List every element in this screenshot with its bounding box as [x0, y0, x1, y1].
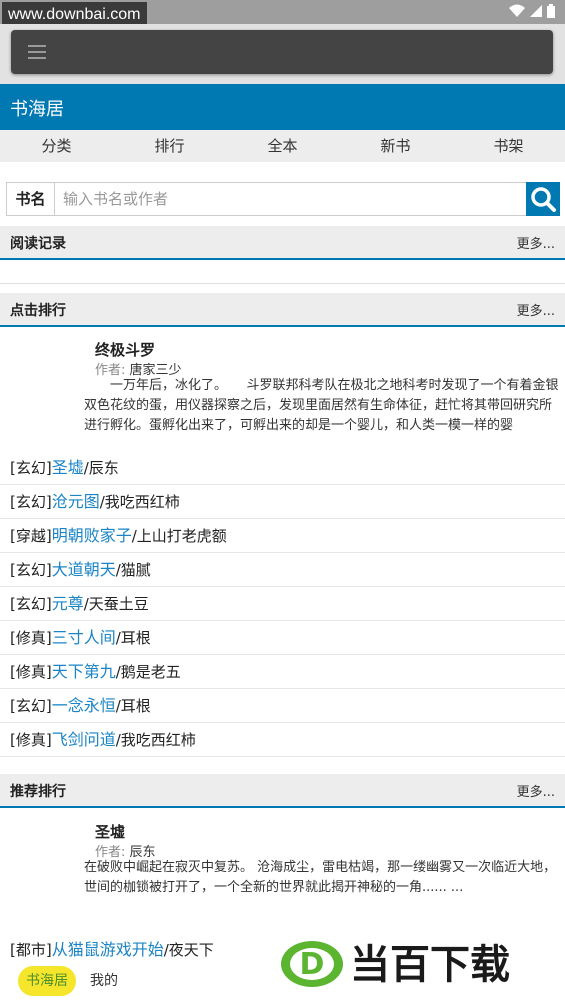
nav-category[interactable]: 分类: [0, 130, 113, 162]
featured-book-title[interactable]: 终极斗罗: [95, 339, 155, 360]
search-bar: 书名: [6, 182, 560, 216]
search-icon: [531, 187, 556, 212]
reading-history-header: 阅读记录 更多...: [0, 226, 565, 260]
category-tag: [玄幻]: [10, 561, 52, 579]
featured-book-title[interactable]: 圣墟: [95, 821, 125, 842]
category-tag: [修真]: [10, 731, 52, 749]
book-author: 耳根: [120, 697, 151, 715]
book-link[interactable]: 明朝败家子: [52, 526, 132, 545]
nav-new-books[interactable]: 新书: [339, 130, 452, 162]
nav-ranking[interactable]: 排行: [113, 130, 226, 162]
book-link[interactable]: 三寸人间: [52, 628, 116, 647]
nav-complete[interactable]: 全本: [226, 130, 339, 162]
recommend-rank-header: 推荐排行 更多...: [0, 774, 565, 808]
category-tag: [玄幻]: [10, 595, 52, 613]
list-item: [修真]飞剑问道/我吃西红柿: [0, 723, 565, 757]
section-title: 阅读记录: [10, 236, 66, 252]
battery-icon: [547, 4, 555, 18]
nav-bookshelf[interactable]: 书架: [452, 130, 565, 162]
category-tag: [玄幻]: [10, 697, 52, 715]
list-item: [玄幻]一念永恒/耳根: [0, 689, 565, 723]
book-link[interactable]: 圣墟: [52, 458, 84, 477]
book-link[interactable]: 元尊: [52, 594, 84, 613]
more-link[interactable]: 更多...: [517, 233, 555, 252]
book-link[interactable]: 飞剑问道: [52, 730, 116, 749]
tab-mine[interactable]: 我的: [90, 966, 118, 996]
search-label: 书名: [7, 183, 55, 215]
app-toolbar: [11, 30, 553, 74]
book-author: 辰东: [88, 459, 119, 477]
book-author: 我吃西红柿: [120, 731, 196, 749]
search-button[interactable]: [526, 182, 560, 216]
book-author: 天蚕土豆: [88, 595, 149, 613]
wifi-icon: [509, 4, 525, 17]
book-link[interactable]: 大道朝天: [52, 560, 116, 579]
featured-book-desc: 在破败中崛起在寂灭中复苏。 沧海成尘，雷电枯竭，那一缕幽雾又一次临近大地，世间的…: [84, 860, 557, 895]
main-nav: 分类 排行 全本 新书 书架: [0, 130, 565, 162]
list-item: [修真]天下第九/鹅是老五: [0, 655, 565, 689]
book-link[interactable]: 一念永恒: [52, 696, 116, 715]
category-tag: [都市]: [10, 941, 52, 959]
list-item: [玄幻]沧元图/我吃西红柿: [0, 485, 565, 519]
featured-book-desc: 一万年后，冰化了。 斗罗联邦科考队在极北之地科考时发现了一个有着金银双色花纹的蛋…: [84, 378, 559, 433]
appbar-container: [0, 24, 565, 84]
more-link[interactable]: 更多...: [517, 781, 555, 800]
bottom-tabbar: 书海居 我的: [0, 964, 565, 1004]
book-link[interactable]: 沧元图: [52, 492, 100, 511]
list-item: [穿越]明朝败家子/上山打老虎额: [0, 519, 565, 553]
book-author: 耳根: [120, 629, 151, 647]
category-tag: [玄幻]: [10, 493, 52, 511]
status-icons: [509, 4, 555, 18]
category-tag: [修真]: [10, 629, 52, 647]
list-item: [修真]三寸人间/耳根: [0, 621, 565, 655]
search-input[interactable]: [55, 183, 527, 215]
tab-home[interactable]: 书海居: [18, 966, 76, 996]
divider: [0, 283, 565, 284]
section-title: 点击排行: [10, 303, 66, 319]
more-link[interactable]: 更多...: [517, 300, 555, 319]
book-author: 猫腻: [120, 561, 151, 579]
book-author: 鹅是老五: [120, 663, 181, 681]
category-tag: [玄幻]: [10, 459, 52, 477]
book-author: 上山打老虎额: [136, 527, 227, 545]
click-rank-header: 点击排行 更多...: [0, 293, 565, 327]
list-item: [玄幻]元尊/天蚕土豆: [0, 587, 565, 621]
book-author: 我吃西红柿: [104, 493, 180, 511]
category-tag: [穿越]: [10, 527, 52, 545]
list-item: [玄幻]圣墟/辰东: [0, 451, 565, 485]
list-item: [玄幻]大道朝天/猫腻: [0, 553, 565, 587]
category-tag: [修真]: [10, 663, 52, 681]
signal-icon: [530, 5, 542, 17]
section-title: 推荐排行: [10, 784, 66, 800]
book-author: 夜天下: [168, 941, 214, 959]
book-link[interactable]: 从猫鼠游戏开始: [52, 940, 164, 959]
hamburger-menu-icon[interactable]: [28, 45, 46, 59]
site-header: 书海居: [0, 84, 565, 130]
site-title[interactable]: 书海居: [10, 95, 64, 121]
book-link[interactable]: 天下第九: [52, 662, 116, 681]
